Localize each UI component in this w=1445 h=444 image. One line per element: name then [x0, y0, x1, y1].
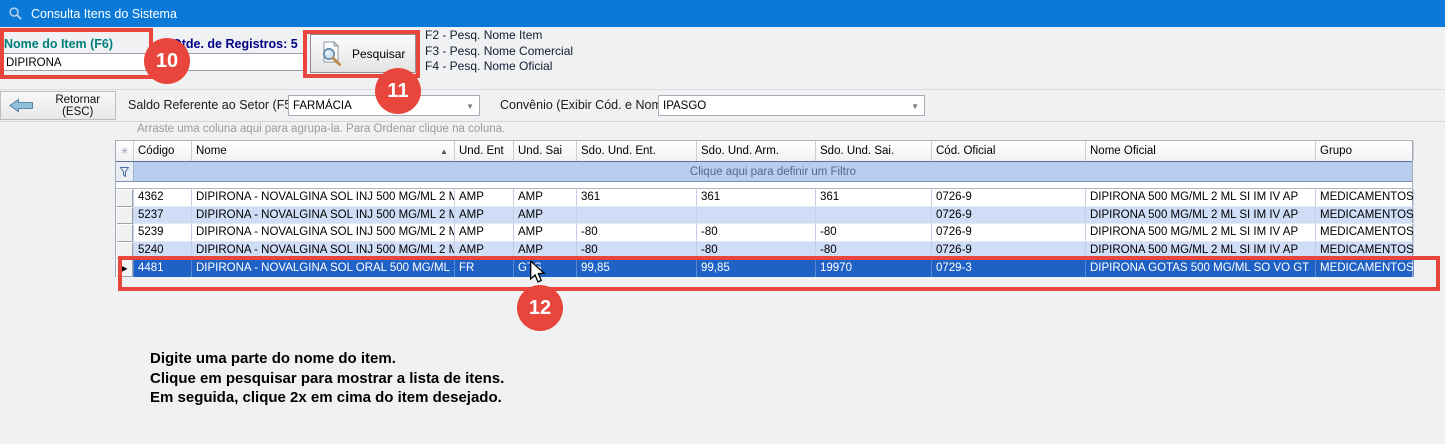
grid-cell[interactable]: DIPIRONA - NOVALGINA SOL INJ 500 MG/ML 2… — [192, 189, 455, 207]
grid-cell[interactable]: 5239 — [134, 224, 192, 242]
grid-cell[interactable]: AMP — [514, 224, 577, 242]
column-header-sdo-und-ent-[interactable]: Sdo. Und. Ent. — [577, 141, 697, 161]
column-header-sdo-und-arm-[interactable]: Sdo. Und. Arm. — [697, 141, 816, 161]
record-count-label: Qtde. de Registros: 5 — [172, 37, 298, 51]
grid-filter-row[interactable]: Clique aqui para definir um Filtro — [116, 161, 1412, 182]
column-header-label: Cód. Oficial — [936, 145, 995, 157]
column-header-c-digo[interactable]: Código — [134, 141, 192, 161]
column-header-label: Sdo. Und. Sai. — [820, 145, 894, 157]
title-bar: Consulta Itens do Sistema — [0, 0, 1445, 27]
instructions-text: Digite uma parte do nome do item. Clique… — [150, 349, 504, 408]
annotation-step-11: 11 — [375, 68, 421, 114]
column-header-und-sai[interactable]: Und. Sai — [514, 141, 577, 161]
grid-cell[interactable]: 0726-9 — [932, 189, 1086, 207]
grid-cell[interactable]: AMP — [455, 224, 514, 242]
column-header-label: Sdo. Und. Ent. — [581, 145, 656, 157]
grid-cell[interactable]: DIPIRONA - NOVALGINA SOL INJ 500 MG/ML 2… — [192, 224, 455, 242]
grid-header-row: ✳ Código Nome ▲ Und. Ent Und. Sai Sdo. Und. En… — [116, 140, 1412, 161]
grid-cell[interactable]: AMP — [455, 207, 514, 225]
grid-cell[interactable]: 0726-9 — [932, 207, 1086, 225]
return-button-label: Retornar (ESC) — [40, 94, 115, 118]
column-header-nome-oficial[interactable]: Nome Oficial — [1086, 141, 1316, 161]
column-header-label: Sdo. Und. Arm. — [701, 145, 779, 157]
annotation-step-12: 12 — [517, 285, 563, 331]
instruction-line-3: Em seguida, clique 2x em cima do item de… — [150, 388, 504, 408]
group-by-hint: Arraste uma coluna aqui para agrupa-la. … — [137, 123, 505, 135]
grid-corner-asterisk-icon[interactable]: ✳ — [116, 141, 134, 161]
grid-cell[interactable]: MEDICAMENTOS — [1316, 189, 1414, 207]
grid-gap-row — [116, 182, 1412, 189]
grid-cell[interactable]: 361 — [577, 189, 697, 207]
grid-cell[interactable]: MEDICAMENTOS — [1316, 207, 1414, 225]
chevron-down-icon[interactable]: ▼ — [911, 102, 919, 111]
column-header-label: Nome — [196, 145, 227, 157]
annotation-box-12 — [118, 256, 1440, 291]
column-header-label: Nome Oficial — [1090, 145, 1156, 157]
arrow-left-icon — [9, 98, 33, 113]
grid-cell[interactable]: AMP — [514, 189, 577, 207]
grid-cell[interactable]: DIPIRONA - NOVALGINA SOL INJ 500 MG/ML 2… — [192, 207, 455, 225]
hint-f4: F4 - Pesq. Nome Oficial — [425, 59, 573, 75]
grid-cell[interactable]: 4362 — [134, 189, 192, 207]
grid-cell[interactable]: -80 — [697, 224, 816, 242]
chevron-down-icon[interactable]: ▼ — [466, 102, 474, 111]
grid-cell[interactable]: -80 — [577, 224, 697, 242]
grid-cell[interactable]: DIPIRONA 500 MG/ML 2 ML SI IM IV AP — [1086, 189, 1316, 207]
grid-cell[interactable]: DIPIRONA 500 MG/ML 2 ML SI IM IV AP — [1086, 207, 1316, 225]
column-header-label: Grupo — [1320, 145, 1352, 157]
table-row[interactable]: 5237DIPIRONA - NOVALGINA SOL INJ 500 MG/… — [116, 207, 1412, 225]
row-selector[interactable] — [116, 224, 134, 242]
grid-cell[interactable] — [577, 207, 697, 225]
grid-cell[interactable] — [697, 207, 816, 225]
grid-cell[interactable] — [816, 207, 932, 225]
grid-cell[interactable]: 361 — [697, 189, 816, 207]
column-header-sdo-und-sai-[interactable]: Sdo. Und. Sai. — [816, 141, 932, 161]
covenant-dropdown-value: IPASGO — [663, 100, 706, 112]
hint-f2: F2 - Pesq. Nome Item — [425, 28, 573, 44]
function-key-hints: F2 - Pesq. Nome Item F3 - Pesq. Nome Com… — [425, 28, 573, 75]
column-header-grupo[interactable]: Grupo — [1316, 141, 1414, 161]
grid-cell[interactable]: DIPIRONA 500 MG/ML 2 ML SI IM IV AP — [1086, 224, 1316, 242]
grid-cell[interactable]: -80 — [816, 224, 932, 242]
toolbar-separator-bottom — [0, 121, 1445, 122]
grid-cell[interactable]: 0726-9 — [932, 224, 1086, 242]
return-button[interactable]: Retornar (ESC) — [0, 91, 116, 120]
toolbar-separator-top — [0, 89, 1445, 90]
column-header-und-ent[interactable]: Und. Ent — [455, 141, 514, 161]
covenant-dropdown[interactable]: IPASGO ▼ — [658, 95, 925, 116]
grid-cell[interactable]: AMP — [455, 189, 514, 207]
column-header-label: Und. Sai — [518, 145, 562, 157]
table-row[interactable]: 5239DIPIRONA - NOVALGINA SOL INJ 500 MG/… — [116, 224, 1412, 242]
mouse-pointer-icon — [529, 261, 547, 283]
grid-cell[interactable]: 361 — [816, 189, 932, 207]
row-selector[interactable] — [116, 207, 134, 225]
row-selector[interactable] — [116, 189, 134, 207]
window-title: Consulta Itens do Sistema — [31, 7, 177, 21]
column-header-nome[interactable]: Nome ▲ — [192, 141, 455, 161]
sort-asc-triangle-icon: ▲ — [440, 147, 448, 156]
annotation-box-10 — [0, 28, 153, 79]
column-header-label: Código — [138, 145, 174, 157]
grid-cell[interactable]: AMP — [514, 207, 577, 225]
hint-f3: F3 - Pesq. Nome Comercial — [425, 44, 573, 60]
instruction-line-2: Clique em pesquisar para mostrar a lista… — [150, 369, 504, 389]
search-window-icon — [8, 6, 23, 21]
grid-cell[interactable]: 5237 — [134, 207, 192, 225]
grid-cell[interactable]: MEDICAMENTOS — [1316, 224, 1414, 242]
instruction-line-1: Digite uma parte do nome do item. — [150, 349, 504, 369]
sector-dropdown-value: FARMÁCIA — [293, 100, 352, 112]
column-header-c-d-oficial[interactable]: Cód. Oficial — [932, 141, 1086, 161]
annotation-step-10: 10 — [144, 38, 190, 84]
sector-balance-label: Saldo Referente ao Setor (F5) — [128, 98, 295, 112]
column-header-label: Und. Ent — [459, 145, 504, 157]
filter-hint-label: Clique aqui para definir um Filtro — [134, 166, 1412, 178]
table-row[interactable]: 4362DIPIRONA - NOVALGINA SOL INJ 500 MG/… — [116, 189, 1412, 207]
funnel-icon[interactable] — [116, 162, 134, 181]
